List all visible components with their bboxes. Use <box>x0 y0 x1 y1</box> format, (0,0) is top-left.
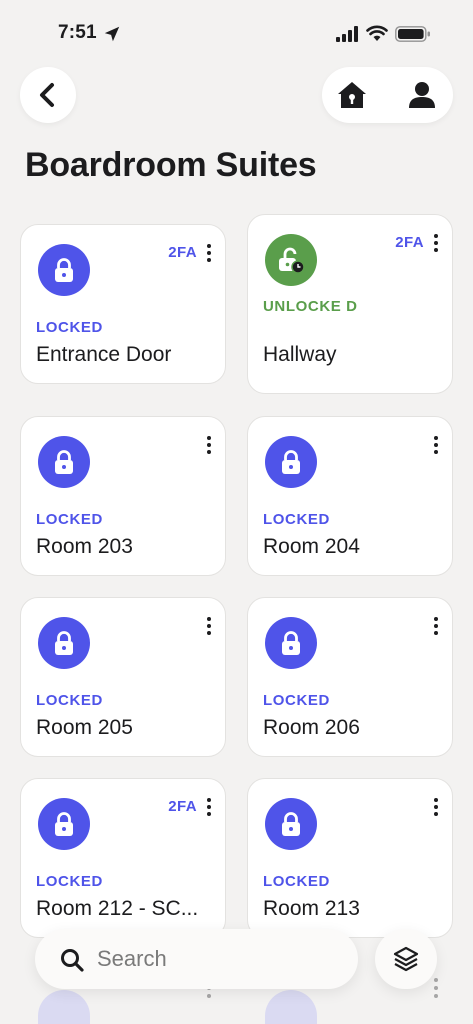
chevron-left-icon <box>40 83 54 107</box>
two-factor-badge: 2FA <box>168 244 197 261</box>
lock-icon <box>282 631 300 655</box>
lock-name: Entrance Door <box>36 343 172 366</box>
lock-status-label: LOCKED <box>263 873 330 890</box>
lock-status-label: LOCKED <box>263 692 330 709</box>
lock-status-indicator <box>38 244 90 296</box>
lock-status-label: UNLOCKE D <box>263 298 358 315</box>
layers-icon <box>393 946 419 972</box>
page-title: Boardroom Suites <box>25 146 317 184</box>
lock-card-room-203[interactable]: LOCKED Room 203 <box>20 416 226 576</box>
more-options-icon[interactable] <box>432 797 440 817</box>
lock-status-indicator <box>38 617 90 669</box>
location-arrow-icon <box>104 26 120 42</box>
back-button[interactable] <box>20 67 76 123</box>
cellular-signal-icon <box>336 26 358 42</box>
lock-name: Hallway <box>263 343 337 366</box>
lock-status-label: LOCKED <box>36 692 103 709</box>
next-card-peek <box>265 990 317 1024</box>
lock-status-label: LOCKED <box>36 511 103 528</box>
lock-name: Room 205 <box>36 716 133 739</box>
lock-status-label: LOCKED <box>36 873 103 890</box>
search-input[interactable]: Search <box>97 946 167 972</box>
lock-status-indicator <box>265 798 317 850</box>
more-options-icon[interactable] <box>432 435 440 455</box>
two-factor-badge: 2FA <box>168 798 197 815</box>
lock-status-indicator <box>38 798 90 850</box>
lock-icon <box>55 450 73 474</box>
lock-name: Room 212 - SC... <box>36 897 199 920</box>
home-button[interactable] <box>332 77 372 113</box>
lock-icon <box>282 450 300 474</box>
search-bar[interactable]: Search <box>35 929 358 989</box>
battery-icon <box>395 26 430 42</box>
lock-icon <box>55 812 73 836</box>
lock-status-label: LOCKED <box>263 511 330 528</box>
lock-card-room-206[interactable]: LOCKED Room 206 <box>247 597 453 757</box>
search-icon <box>61 949 84 972</box>
lock-name: Room 204 <box>263 535 360 558</box>
lock-status-indicator <box>265 436 317 488</box>
lock-card-hallway[interactable]: 2FA UNLOCKE D Hallway <box>247 214 453 394</box>
lock-card-room-213[interactable]: LOCKED Room 213 <box>247 778 453 938</box>
next-card-more-icon <box>434 978 438 998</box>
lock-status-indicator <box>38 436 90 488</box>
more-options-icon[interactable] <box>205 797 213 817</box>
more-options-icon[interactable] <box>205 616 213 636</box>
next-card-peek <box>38 990 90 1024</box>
profile-button[interactable] <box>402 77 442 113</box>
lock-status-indicator <box>265 234 317 286</box>
lock-status-indicator <box>265 617 317 669</box>
home-lock-icon <box>338 82 366 108</box>
lock-card-room-212[interactable]: 2FA LOCKED Room 212 - SC... <box>20 778 226 938</box>
lock-card-entrance-door[interactable]: 2FA LOCKED Entrance Door <box>20 224 226 384</box>
lock-name: Room 206 <box>263 716 360 739</box>
status-time: 7:51 <box>58 22 97 43</box>
more-options-icon[interactable] <box>205 243 213 263</box>
layers-button[interactable] <box>375 929 437 989</box>
more-options-icon[interactable] <box>432 233 440 253</box>
more-options-icon[interactable] <box>432 616 440 636</box>
lock-icon <box>282 812 300 836</box>
lock-status-label: LOCKED <box>36 319 103 336</box>
user-icon <box>409 82 435 108</box>
top-actions <box>322 67 453 123</box>
wifi-icon <box>366 25 388 41</box>
lock-name: Room 213 <box>263 897 360 920</box>
more-options-icon[interactable] <box>205 435 213 455</box>
status-bar: 7:51 <box>0 0 473 66</box>
lock-card-room-205[interactable]: LOCKED Room 205 <box>20 597 226 757</box>
lock-icon <box>55 631 73 655</box>
unlock-clock-icon <box>279 247 305 274</box>
lock-icon <box>55 258 73 282</box>
lock-name: Room 203 <box>36 535 133 558</box>
two-factor-badge: 2FA <box>395 234 424 251</box>
lock-card-room-204[interactable]: LOCKED Room 204 <box>247 416 453 576</box>
